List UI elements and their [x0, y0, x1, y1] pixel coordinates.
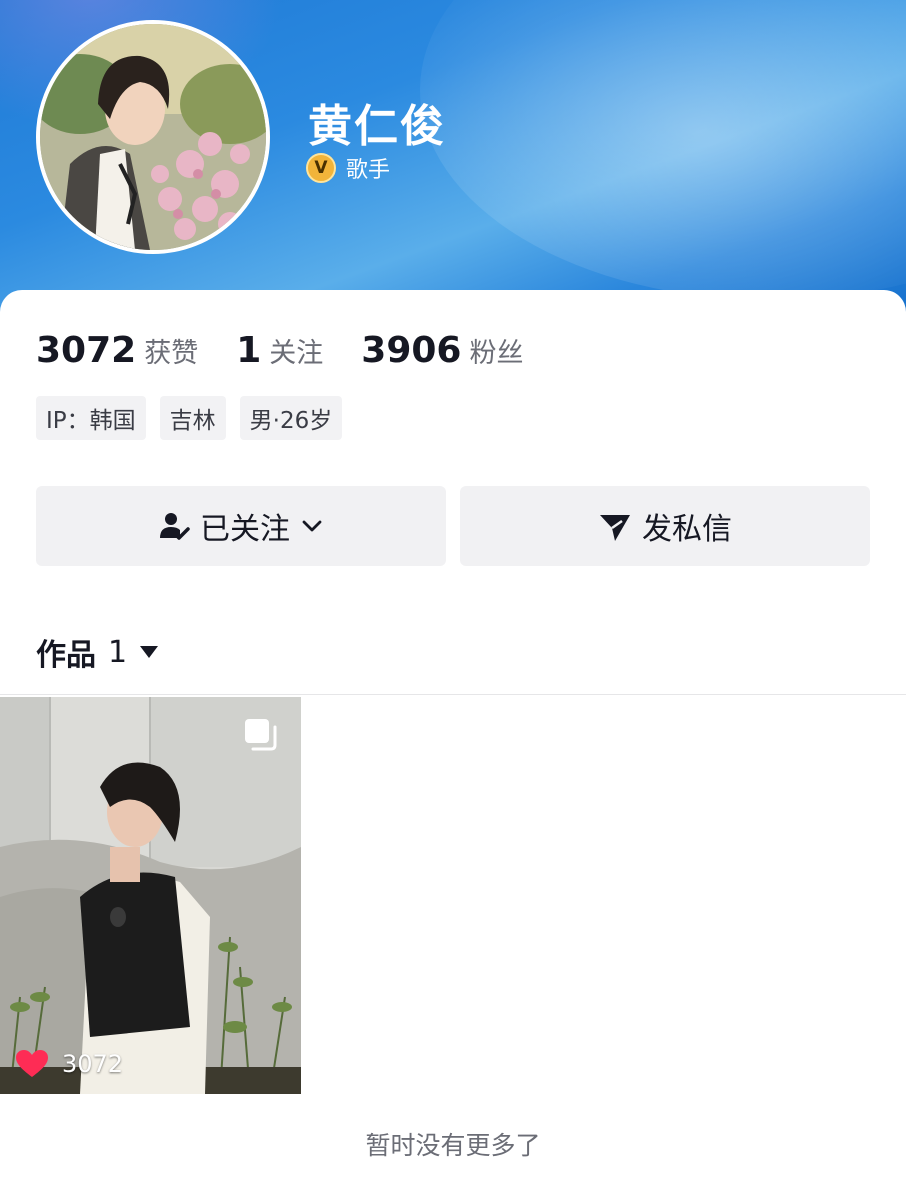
post-photo — [0, 697, 301, 1094]
works-tab[interactable]: 作品 1 — [36, 630, 159, 674]
works-label: 作品 — [36, 638, 96, 673]
post-likes-count: 3072 — [62, 1050, 124, 1078]
post-likes: 3072 — [16, 1050, 123, 1078]
stat-likes-value: 3072 — [36, 330, 137, 371]
tag-gender-age: 男·26岁 — [239, 396, 343, 440]
tag-location: 吉林 — [159, 396, 226, 440]
profile-tags: IP：韩国 吉林 男·26岁 — [36, 396, 343, 440]
stat-followers-label: 粉丝 — [469, 338, 524, 369]
send-icon — [600, 515, 630, 541]
works-count: 1 — [108, 634, 128, 670]
avatar[interactable] — [36, 20, 270, 254]
stat-likes: 3072 获赞 — [36, 330, 198, 371]
verified-badge-icon: V — [306, 153, 336, 183]
no-more-text: 暂时没有更多了 — [365, 1131, 541, 1160]
user-check-icon — [160, 513, 190, 540]
verification: V 歌手 — [306, 152, 390, 184]
stats-row: 3072 获赞 1 关注 3906 粉丝 — [36, 330, 561, 371]
stat-followers-value: 3906 — [361, 330, 462, 371]
heart-icon — [16, 1050, 48, 1077]
works-divider — [0, 694, 906, 695]
avatar-photo — [40, 24, 266, 250]
post-thumbnail[interactable]: 3072 — [0, 697, 301, 1094]
message-label: 发私信 — [642, 512, 732, 547]
stat-following[interactable]: 1 关注 — [236, 330, 323, 371]
tag-ip: IP：韩国 — [36, 396, 146, 440]
verification-label: 歌手 — [346, 158, 391, 183]
message-button[interactable]: 发私信 — [460, 486, 870, 566]
stat-following-value: 1 — [236, 330, 262, 371]
chevron-down-icon — [302, 520, 322, 532]
profile-name: 黄仁俊 — [308, 101, 446, 152]
banner-sheen — [420, 0, 906, 300]
followed-button[interactable]: 已关注 — [36, 486, 446, 566]
followed-label: 已关注 — [200, 512, 290, 547]
stat-likes-label: 获赞 — [144, 338, 199, 369]
caret-down-icon — [140, 646, 159, 658]
stat-followers[interactable]: 3906 粉丝 — [361, 330, 523, 371]
stat-following-label: 关注 — [269, 338, 324, 369]
carousel-icon — [245, 719, 277, 751]
